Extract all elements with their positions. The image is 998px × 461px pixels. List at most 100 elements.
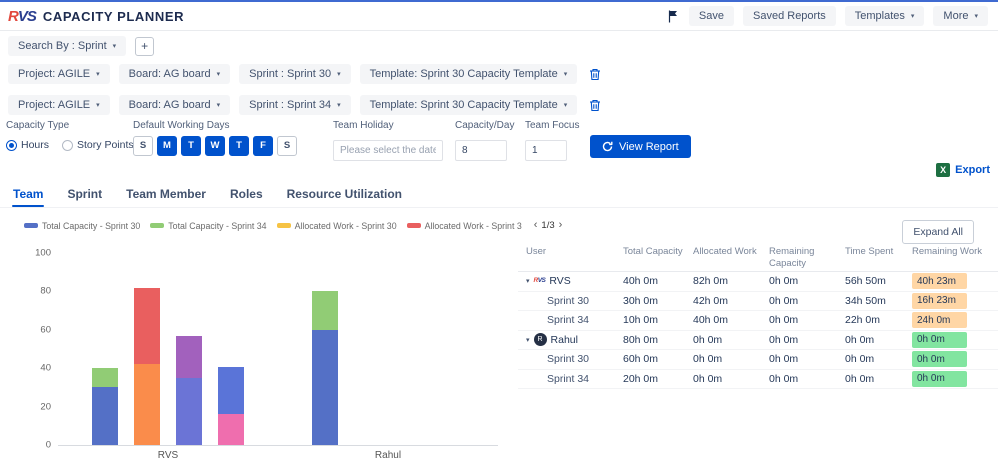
bar-segment-remaining-work[interactable] [218,413,244,445]
column-header-remaining-work: Remaining Work [912,246,983,257]
team-focus-input[interactable] [525,140,567,161]
legend-swatch [406,223,421,228]
bar-segment-total-capacity[interactable] [312,291,338,330]
working-days-group: SMTWTFS [133,136,297,156]
expand-caret-icon[interactable]: ▾ [526,336,530,344]
bar-segment-time-spent[interactable] [176,335,202,379]
saved-reports-button[interactable]: Saved Reports [743,6,836,26]
cell-total-capacity: 40h 0m [623,275,659,288]
bar-segment-time-spent[interactable] [176,378,202,445]
sprint-dropdown-label: Sprint : Sprint 34 [249,99,332,111]
cell-time-spent: 0h 0m [845,372,875,385]
board-dropdown-label: Board: AG board [128,99,211,111]
templates-dropdown[interactable]: Templates ▾ [844,6,925,26]
column-header-time-spent: Time Spent [845,246,894,257]
cell-time-spent: 0h 0m [845,333,875,346]
tab-resource-utilization[interactable]: Resource Utilization [286,182,403,207]
cell-total-capacity: 20h 0m [623,372,659,385]
project-dropdown-label: Project: AGILE [18,68,91,80]
delete-filter-row-icon[interactable] [589,68,601,81]
expand-caret-icon[interactable]: ▾ [526,277,530,285]
hours-radio-label: Hours [21,139,50,151]
bar-segment-total-capacity[interactable] [92,387,118,445]
cell-allocated-work: 0h 0m [693,333,723,346]
team-holiday-block: Team Holiday [333,120,443,161]
user-cell: ▾ RVS RVS [526,275,623,287]
hours-radio[interactable]: Hours [6,139,49,151]
user-name[interactable]: Rahul [551,334,578,346]
working-day-toggle-2[interactable]: T [181,136,201,156]
search-by-dropdown[interactable]: Search By : Sprint ▾ [8,36,127,56]
legend-item-allocated-work-sprint-3[interactable]: Allocated Work - Sprint 3 [406,221,522,231]
chevron-down-icon: ▾ [216,70,221,78]
chevron-down-icon: ▾ [563,101,568,109]
view-report-button[interactable]: View Report [590,135,691,158]
user-name[interactable]: RVS [549,275,570,287]
save-button[interactable]: Save [688,6,734,26]
tab-team-member[interactable]: Team Member [125,182,207,207]
delete-filter-row-icon[interactable] [589,99,601,112]
tab-roles[interactable]: Roles [229,182,264,207]
sprint-dropdown[interactable]: Sprint : Sprint 34 ▾ [239,95,351,115]
project-dropdown[interactable]: Project: AGILE ▾ [8,64,110,84]
export-link[interactable]: Export [955,164,990,176]
template-dropdown-label: Template: Sprint 30 Capacity Template [369,99,558,111]
team-holiday-input[interactable] [333,140,443,161]
cell-remaining-work: 16h 23m [912,292,996,309]
more-dropdown[interactable]: More ▾ [933,6,988,26]
capacity-per-day-block: Capacity/Day [455,120,514,161]
logo-letter-r: R [8,7,19,25]
cell-remaining-work: 24h 0m [912,312,996,329]
sprint-row-label: Sprint 30 [547,353,590,366]
rvs-logo-avatar-icon: RVS [534,277,546,285]
logo-letters-vs: VS [17,7,37,25]
cell-time-spent: 0h 0m [845,353,875,366]
cell-remaining-work: 0h 0m [912,370,996,387]
project-dropdown[interactable]: Project: AGILE ▾ [8,95,110,115]
cell-allocated-work: 42h 0m [693,294,729,307]
working-day-toggle-0[interactable]: S [133,136,153,156]
working-day-toggle-1[interactable]: M [157,136,177,156]
tab-team[interactable]: Team [12,182,45,207]
cell-remaining-work: 0h 0m [912,331,996,348]
capacity-per-day-input[interactable] [455,140,507,161]
template-dropdown-label: Template: Sprint 30 Capacity Template [369,68,558,80]
remaining-work-badge: 40h 23m [912,273,967,290]
capacity-per-day-label: Capacity/Day [455,120,515,131]
story-points-radio[interactable]: Story Points [62,139,134,151]
add-filter-row-button[interactable]: + [135,36,155,56]
working-day-toggle-3[interactable]: W [205,136,225,156]
chevron-down-icon: ▾ [96,101,100,109]
working-day-toggle-6[interactable]: S [277,136,297,156]
working-day-toggle-5[interactable]: F [253,136,273,156]
legend-item-allocated-work-sprint-30[interactable]: Allocated Work - Sprint 30 [276,221,397,231]
template-dropdown[interactable]: Template: Sprint 30 Capacity Template ▾ [359,95,578,115]
template-dropdown[interactable]: Template: Sprint 30 Capacity Template ▾ [359,64,578,84]
table-row-rvs: ▾ RVS RVS 40h 0m 82h 0m 0h 0m 56h 50m 40h 23m [518,272,998,292]
legend-item-total-capacity-sprint-34[interactable]: Total Capacity - Sprint 34 [150,221,267,231]
cell-remaining-capacity: 0h 0m [769,314,799,327]
capacity-table: Expand All User Total Capacity Allocated W… [518,210,998,461]
cell-allocated-work: 82h 0m [693,275,729,288]
tab-sprint[interactable]: Sprint [66,182,103,207]
y-axis-tick: 80 [40,285,51,297]
user-cell: ▾ R Rahul [526,333,623,347]
radio-selected-icon [6,139,17,151]
y-axis-tick: 0 [45,439,51,451]
legend-item-total-capacity-sprint-30[interactable]: Total Capacity - Sprint 30 [24,221,140,231]
board-dropdown[interactable]: Board: AG board ▾ [118,64,231,84]
working-day-toggle-4[interactable]: T [229,136,249,156]
bookmark-flag-icon[interactable] [668,10,678,23]
bar-segment-total-capacity[interactable] [312,329,338,445]
x-axis-label-rahul: Rahul [374,450,402,461]
bar-segment-remaining-work[interactable] [218,367,244,414]
app-brand: RVS Capacity Planner [8,9,184,24]
bar-segment-allocated-work[interactable] [134,287,160,365]
sprint-dropdown[interactable]: Sprint : Sprint 30 ▾ [239,64,351,84]
expand-all-button[interactable]: Expand All [902,220,974,244]
bar-segment-total-capacity[interactable] [92,368,118,388]
bar-segment-allocated-work[interactable] [134,364,160,445]
table-row-sprint-30: Sprint 30 60h 0m 0h 0m 0h 0m 0h 0m 0h 0m [518,350,998,370]
board-dropdown[interactable]: Board: AG board ▾ [118,95,231,115]
project-dropdown-label: Project: AGILE [18,99,91,111]
